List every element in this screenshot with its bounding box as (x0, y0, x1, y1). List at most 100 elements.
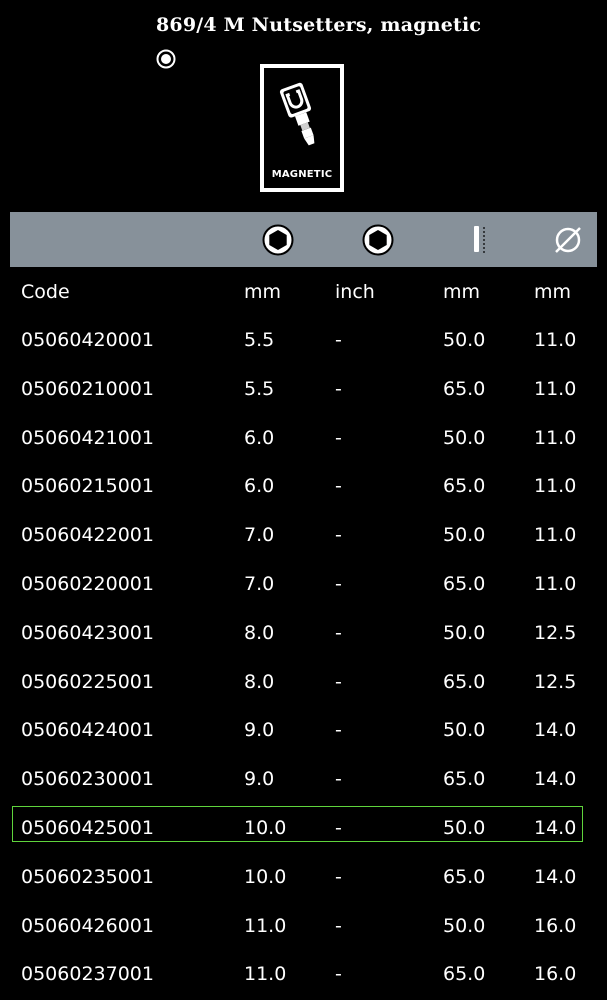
cell-code: 05060424001 (21, 719, 154, 742)
cell-length-mm: 50.0 (443, 329, 486, 351)
column-icon-bar (10, 212, 597, 267)
table-row[interactable]: 05060235001 10.0 - 65.0 14.0 (0, 853, 607, 902)
header-size-inch: inch (335, 281, 375, 303)
table-row[interactable]: 05060237001 11.0 - 65.0 16.0 (0, 950, 607, 999)
cell-size-mm: 11.0 (244, 963, 287, 986)
cell-code: 05060230001 (21, 768, 154, 791)
cell-size-mm: 6.0 (244, 426, 275, 449)
cell-length-mm: 65.0 (443, 475, 486, 498)
cell-size-mm: 7.0 (244, 524, 275, 547)
cell-diameter-mm: 16.0 (534, 914, 577, 937)
cell-size-inch: - (335, 865, 342, 888)
cell-diameter-mm: 12.5 (534, 621, 577, 644)
cell-length-mm: 50.0 (443, 621, 486, 644)
table-row[interactable]: 05060230001 9.0 - 65.0 14.0 (0, 755, 607, 804)
header-code: Code (21, 281, 70, 303)
cell-code: 05060237001 (21, 963, 154, 986)
cell-size-inch: - (335, 963, 342, 986)
product-table: Code mm inch mm mm 05060420001 5.5 - 50.… (0, 268, 607, 999)
length-icon (474, 226, 485, 253)
cell-diameter-mm: 11.0 (534, 426, 577, 449)
table-row[interactable]: 05060422001 7.0 - 50.0 11.0 (0, 511, 607, 560)
cell-size-inch: - (335, 914, 342, 937)
cell-size-mm: 8.0 (244, 621, 275, 644)
hex-socket-mm-icon (262, 224, 294, 256)
cell-size-mm: 5.5 (244, 329, 275, 351)
cell-size-inch: - (335, 426, 342, 449)
cell-size-inch: - (335, 329, 342, 351)
cell-length-mm: 65.0 (443, 768, 486, 791)
diameter-icon (555, 227, 581, 253)
cell-length-mm: 65.0 (443, 865, 486, 888)
cell-length-mm: 50.0 (443, 914, 486, 937)
magnetic-nutsetter-icon (279, 82, 315, 146)
cell-diameter-mm: 11.0 (534, 475, 577, 498)
header-length-mm: mm (443, 281, 481, 303)
cell-code: 05060423001 (21, 621, 154, 644)
cell-diameter-mm: 14.0 (534, 768, 577, 791)
table-row[interactable]: 05060424001 9.0 - 50.0 14.0 (0, 706, 607, 755)
cell-size-inch: - (335, 475, 342, 498)
cell-code: 05060210001 (21, 377, 154, 400)
cell-length-mm: 50.0 (443, 524, 486, 547)
cell-size-mm: 10.0 (244, 865, 287, 888)
table-row[interactable]: 05060215001 6.0 - 65.0 11.0 (0, 462, 607, 511)
cell-size-inch: - (335, 768, 342, 791)
cell-size-inch: - (335, 572, 342, 595)
table-row[interactable]: 05060420001 5.5 - 50.0 11.0 (0, 316, 607, 365)
table-row[interactable]: 05060220001 7.0 - 65.0 11.0 (0, 560, 607, 609)
table-row[interactable]: 05060426001 11.0 - 50.0 16.0 (0, 902, 607, 951)
header-diameter-mm: mm (534, 281, 572, 303)
cell-code: 05060215001 (21, 475, 154, 498)
cell-size-inch: - (335, 670, 342, 693)
cell-code: 05060421001 (21, 426, 154, 449)
cell-size-mm: 9.0 (244, 768, 275, 791)
cell-size-mm: 5.5 (244, 377, 275, 400)
table-row-selected[interactable]: 05060425001 10.0 - 50.0 14.0 (0, 804, 607, 853)
table-row[interactable]: 05060225001 8.0 - 65.0 12.5 (0, 658, 607, 707)
cell-code: 05060422001 (21, 524, 154, 547)
cell-length-mm: 50.0 (443, 426, 486, 449)
cell-length-mm: 50.0 (443, 816, 486, 839)
cell-size-inch: - (335, 524, 342, 547)
cell-diameter-mm: 12.5 (534, 670, 577, 693)
cell-diameter-mm: 16.0 (534, 963, 577, 986)
cell-size-inch: - (335, 719, 342, 742)
cell-size-inch: - (335, 816, 342, 839)
hex-socket-inch-icon (362, 224, 394, 256)
cell-size-mm: 11.0 (244, 914, 287, 937)
magnetic-badge: MAGNETIC (260, 64, 344, 192)
cell-code: 05060426001 (21, 914, 154, 937)
table-row[interactable]: 05060423001 8.0 - 50.0 12.5 (0, 609, 607, 658)
header-size-mm: mm (244, 281, 282, 303)
cell-diameter-mm: 14.0 (534, 865, 577, 888)
radio-selected-icon[interactable] (156, 49, 176, 69)
product-page: 869/4 M Nutsetters, magnetic MAGNETIC Co… (0, 0, 607, 1000)
cell-length-mm: 65.0 (443, 377, 486, 400)
table-row[interactable]: 05060421001 6.0 - 50.0 11.0 (0, 414, 607, 463)
cell-code: 05060225001 (21, 670, 154, 693)
cell-size-inch: - (335, 621, 342, 644)
table-row[interactable]: 05060210001 5.5 - 65.0 11.0 (0, 365, 607, 414)
cell-diameter-mm: 14.0 (534, 719, 577, 742)
cell-code: 05060425001 (21, 816, 154, 839)
cell-size-mm: 7.0 (244, 572, 275, 595)
cell-diameter-mm: 11.0 (534, 572, 577, 595)
cell-size-mm: 9.0 (244, 719, 275, 742)
cell-length-mm: 65.0 (443, 572, 486, 595)
cell-code: 05060235001 (21, 865, 154, 888)
cell-size-mm: 10.0 (244, 816, 287, 839)
cell-length-mm: 50.0 (443, 719, 486, 742)
cell-code: 05060220001 (21, 572, 154, 595)
cell-diameter-mm: 14.0 (534, 816, 577, 839)
cell-length-mm: 65.0 (443, 963, 486, 986)
cell-size-mm: 6.0 (244, 475, 275, 498)
table-header-row: Code mm inch mm mm (0, 268, 607, 316)
cell-diameter-mm: 11.0 (534, 329, 577, 351)
cell-size-inch: - (335, 377, 342, 400)
cell-diameter-mm: 11.0 (534, 377, 577, 400)
cell-code: 05060420001 (21, 329, 154, 351)
cell-length-mm: 65.0 (443, 670, 486, 693)
cell-size-mm: 8.0 (244, 670, 275, 693)
magnetic-label: MAGNETIC (271, 169, 333, 180)
